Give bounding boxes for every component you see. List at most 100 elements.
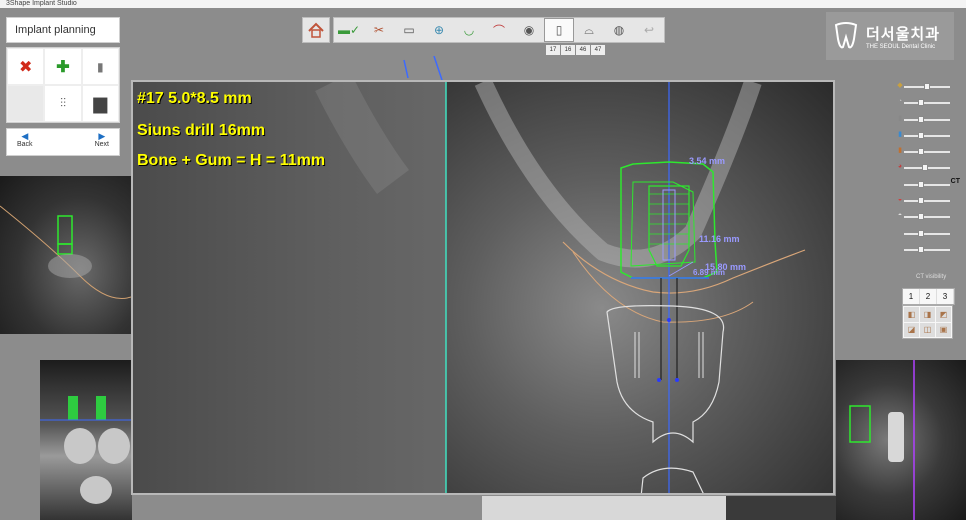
navigation-row: ◀ Back ▶ Next <box>6 128 120 156</box>
visibility-slider[interactable]: ◕ <box>896 159 960 175</box>
layout-page-button[interactable]: 2 <box>920 289 937 304</box>
slider-knob[interactable] <box>918 99 924 107</box>
clinic-name-english: THE SEOUL Dental Clinic <box>866 43 936 50</box>
implant-planning-panel: Implant planning ✖ ✚ ▮ ⫶⫶ ▆ ◀ Back ▶ Nex… <box>6 17 120 156</box>
crown-icon: ◉ <box>523 23 535 37</box>
slider-knob[interactable] <box>918 197 924 205</box>
view-cube-icon[interactable]: ◨ <box>920 307 935 322</box>
slider-knob[interactable] <box>918 115 924 123</box>
slider-track[interactable] <box>904 216 950 219</box>
sleeve-button[interactable]: ▆ <box>81 85 119 122</box>
home-button[interactable] <box>302 17 330 43</box>
brightness-icon <box>896 228 904 238</box>
delete-implant-button[interactable]: ✖ <box>7 48 45 85</box>
slider-track[interactable] <box>904 232 950 235</box>
visibility-slider[interactable]: ◔ <box>896 94 960 110</box>
slider-knob[interactable] <box>922 164 928 172</box>
visibility-slider[interactable] <box>896 241 960 257</box>
visibility-slider[interactable] <box>896 225 960 241</box>
slider-track[interactable] <box>904 151 950 154</box>
crown-icon: ◆ <box>897 82 903 89</box>
visibility-slider[interactable]: ◆ <box>896 78 960 94</box>
slider-track[interactable] <box>904 134 950 137</box>
view-cube-icon[interactable]: ◫ <box>920 322 935 337</box>
step-align-button[interactable]: ✂ <box>364 18 394 42</box>
step-tooth-button[interactable]: ⊕ <box>424 18 454 42</box>
slider-track[interactable] <box>904 102 950 105</box>
step-abutment-button[interactable]: ⌓ <box>574 18 604 42</box>
step-crown-button[interactable]: ◉ <box>514 18 544 42</box>
visibility-controls: ◆ ◔ ▮ ▮ ▮ ◕ CT ◒ ◓ <box>896 78 960 257</box>
teeth-sketch-icon <box>40 396 132 504</box>
slider-track[interactable] <box>904 118 950 121</box>
guide-icon: ◍ <box>613 23 625 37</box>
tooth-number[interactable]: 16 <box>561 45 575 55</box>
back-button[interactable]: ◀ Back <box>17 131 33 153</box>
sleeve-icon: ▮ <box>898 147 902 155</box>
visibility-slider[interactable]: CT <box>896 176 960 192</box>
slider-knob[interactable] <box>918 180 924 188</box>
step-implant-button[interactable]: ▯ <box>544 18 574 42</box>
slider-track[interactable] <box>904 200 950 203</box>
align-icon: ✂ <box>373 23 385 37</box>
tooth-number-selector: 17 16 46 47 <box>546 45 605 55</box>
visibility-slider[interactable]: ◓ <box>896 208 960 224</box>
visibility-slider[interactable]: ▮ <box>896 143 960 159</box>
slider-knob[interactable] <box>918 148 924 156</box>
slider-track[interactable] <box>904 183 950 186</box>
slider-knob[interactable] <box>918 245 924 253</box>
layout-page-button[interactable]: 3 <box>937 289 954 304</box>
implant-library-button[interactable]: ▮ <box>81 48 119 85</box>
tooth-number[interactable]: 47 <box>591 45 605 55</box>
next-button[interactable]: ▶ Next <box>95 131 109 153</box>
implant-spec-annotation: #17 5.0*8.5 mm <box>137 90 252 107</box>
visibility-slider[interactable]: ◒ <box>896 192 960 208</box>
tool-grid: ✖ ✚ ▮ ⫶⫶ ▆ <box>6 47 120 123</box>
slider-track[interactable] <box>904 248 950 251</box>
tooth-number[interactable]: 46 <box>576 45 590 55</box>
visibility-slider[interactable]: ▮ <box>896 127 960 143</box>
step-arch-button[interactable]: ◡ <box>454 18 484 42</box>
step-export-button[interactable]: ↩ <box>634 18 664 42</box>
nerve-icon: ⌒ <box>492 23 505 38</box>
add-implant-button[interactable]: ✚ <box>44 48 82 85</box>
layout-page-button[interactable]: 1 <box>903 289 920 304</box>
ct-cross-section-viewport[interactable]: 3.54 mm 11.16 mm 15.80 mm 6.89 mm #17 5.… <box>131 80 835 495</box>
home-icon <box>308 22 324 38</box>
slider-knob[interactable] <box>918 213 924 221</box>
drill-annotation: Siuns drill 16mm <box>137 122 266 139</box>
abutment-button[interactable]: ⫶⫶ <box>44 85 82 122</box>
scan-check-icon: ▬✓ <box>337 23 361 37</box>
implant-overlay <box>315 82 806 493</box>
bottom-scan-strip-dark <box>726 496 836 520</box>
implant-icon: ▯ <box>555 23 563 37</box>
clinic-logo: 더서울치과 THE SEOUL Dental Clinic <box>826 12 954 60</box>
step-scan-button[interactable]: ▬✓ <box>334 18 364 42</box>
delete-icon: ✖ <box>18 58 33 76</box>
slider-tag: CT <box>950 177 960 185</box>
height-measurement: 11.16 mm <box>699 234 740 244</box>
panoramic-thumbnail[interactable] <box>0 176 134 334</box>
tooth-logo-icon <box>834 22 858 49</box>
step-guide-button[interactable]: ◍ <box>604 18 634 42</box>
tooth-plus-icon: ⊕ <box>433 23 445 37</box>
view-cube-icon[interactable]: ◩ <box>936 307 951 322</box>
view-cube-icon[interactable]: ◪ <box>904 322 919 337</box>
step-crop-button[interactable]: ▭ <box>394 18 424 42</box>
view-cube-icon[interactable]: ◧ <box>904 307 919 322</box>
view-direction-marks <box>403 56 443 81</box>
step-nerve-button[interactable]: ⌒ <box>484 18 514 42</box>
3d-thumbnail[interactable] <box>836 360 966 520</box>
abutment-icon: ⫶⫶ <box>59 96 66 110</box>
depth-measurement: 6.89 mm <box>693 268 726 277</box>
view-cube-icon[interactable]: ▣ <box>936 322 951 337</box>
tooth-icon: ◔ <box>897 98 903 106</box>
slider-knob[interactable] <box>918 229 924 237</box>
slider-knob[interactable] <box>918 131 924 139</box>
cross-section-thumbnail[interactable] <box>40 360 132 520</box>
visibility-slider[interactable]: ▮ <box>896 111 960 127</box>
implant-icon: ▮ <box>97 59 104 74</box>
arch-icon: ◡ <box>463 23 475 37</box>
slider-knob[interactable] <box>924 83 930 90</box>
tooth-number[interactable]: 17 <box>546 45 560 55</box>
